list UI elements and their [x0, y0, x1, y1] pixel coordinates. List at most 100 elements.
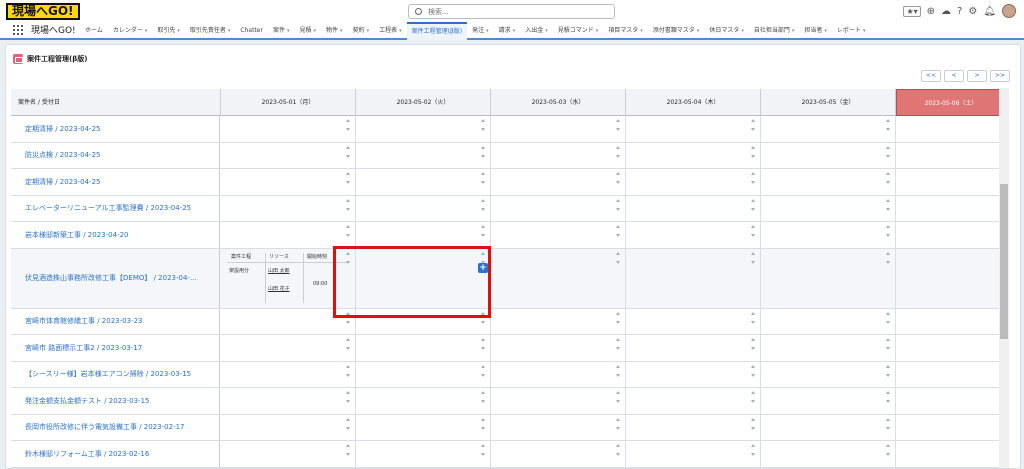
updown-arrows-icon[interactable]: [615, 119, 621, 135]
tab-12[interactable]: 請求 ▾: [494, 22, 521, 40]
updown-arrows-icon[interactable]: [750, 417, 756, 434]
schedule-entry[interactable]: 案件工程 リソース 開始時刻 架設用分 山田 太郎 山田 花子 09:00: [227, 252, 347, 303]
project-link[interactable]: 宮崎市 路面標示工事2 / 2023-03-17: [11, 335, 220, 361]
chevron-down-icon[interactable]: ▾: [367, 28, 370, 34]
day-cell[interactable]: [356, 388, 491, 414]
updown-arrows-icon[interactable]: [345, 391, 351, 407]
project-link[interactable]: 鈴木様邸リフォーム工事 / 2023-02-16: [11, 441, 220, 467]
project-link[interactable]: 発注金額支払金額テスト / 2023-03-15: [11, 388, 220, 414]
day-cell[interactable]: [491, 414, 626, 440]
day-cell[interactable]: [491, 441, 626, 467]
resource-name[interactable]: 山田 太郎: [268, 267, 290, 274]
scrollbar[interactable]: [999, 88, 1009, 468]
updown-arrows-icon[interactable]: [750, 338, 756, 354]
project-link[interactable]: 防災点検 / 2023-04-25: [11, 142, 220, 168]
day-cell[interactable]: [761, 414, 896, 440]
updown-arrows-icon[interactable]: [480, 338, 486, 354]
updown-arrows-icon[interactable]: [750, 444, 756, 460]
tab-20[interactable]: レポート ▾: [832, 22, 871, 40]
day-cell[interactable]: [221, 441, 356, 467]
tab-15[interactable]: 項目マスタ ▾: [603, 22, 648, 40]
day-cell[interactable]: [761, 195, 896, 221]
chevron-down-icon[interactable]: ▾: [228, 28, 231, 34]
updown-arrows-icon[interactable]: [480, 417, 486, 434]
day-cell[interactable]: [356, 142, 491, 168]
project-link[interactable]: 定期清掃 / 2023-04-25: [11, 169, 220, 195]
tab-2[interactable]: 取引先 ▾: [152, 22, 185, 40]
bell-icon[interactable]: 🔔︎: [983, 6, 996, 17]
trailhead-icon[interactable]: ☁: [941, 6, 951, 17]
day-cell[interactable]: [761, 169, 896, 195]
day-cell[interactable]: [356, 195, 491, 221]
day-cell[interactable]: [761, 441, 896, 467]
day-cell[interactable]: [896, 362, 1001, 388]
day-cell[interactable]: [626, 169, 761, 195]
updown-arrows-icon[interactable]: [750, 225, 756, 241]
day-cell[interactable]: [221, 169, 356, 195]
help-icon[interactable]: ?: [957, 6, 962, 17]
tab-13[interactable]: 入出金 ▾: [520, 22, 553, 40]
tab-1[interactable]: カレンダー ▾: [108, 22, 153, 40]
day-cell[interactable]: [896, 309, 1001, 335]
day-cell[interactable]: [221, 116, 356, 142]
chevron-down-icon[interactable]: ▾: [863, 28, 866, 34]
updown-arrows-icon[interactable]: [345, 338, 351, 354]
updown-arrows-icon[interactable]: [480, 311, 486, 328]
tab-11[interactable]: 発注 ▾: [467, 22, 494, 40]
updown-arrows-icon[interactable]: [480, 391, 486, 407]
tab-6[interactable]: 見積 ▾: [295, 22, 322, 40]
updown-arrows-icon[interactable]: [345, 225, 351, 241]
day-cell[interactable]: [221, 142, 356, 168]
day-cell[interactable]: [356, 335, 491, 361]
day-cell[interactable]: [896, 441, 1001, 467]
tab-8[interactable]: 契約 ▾: [348, 22, 375, 40]
updown-arrows-icon[interactable]: [615, 251, 621, 268]
updown-arrows-icon[interactable]: [885, 364, 891, 381]
updown-arrows-icon[interactable]: [615, 225, 621, 241]
tab-17[interactable]: 休日マスタ ▾: [704, 22, 749, 40]
project-link[interactable]: 宮崎市体育館修繕工事 / 2023-03-23: [11, 308, 220, 334]
prev-day-button[interactable]: <: [944, 70, 964, 82]
day-cell[interactable]: [761, 335, 896, 361]
day-cell[interactable]: [761, 222, 896, 248]
updown-arrows-icon[interactable]: [345, 198, 351, 215]
updown-arrows-icon[interactable]: [885, 198, 891, 215]
day-cell[interactable]: [626, 248, 761, 308]
day-cell[interactable]: [356, 169, 491, 195]
updown-arrows-icon[interactable]: [480, 198, 486, 215]
project-link[interactable]: 岩本様邸新築工事 / 2023-04-20: [11, 222, 220, 248]
chevron-down-icon[interactable]: ▾: [486, 28, 489, 34]
day-cell[interactable]: [491, 388, 626, 414]
scrollbar-thumb[interactable]: [1000, 184, 1008, 339]
day-cell[interactable]: [896, 169, 1001, 195]
day-cell[interactable]: [356, 414, 491, 440]
add-schedule-button[interactable]: +: [478, 262, 488, 273]
chevron-down-icon[interactable]: ▾: [792, 28, 795, 34]
search-input[interactable]: [428, 6, 608, 17]
day-cell[interactable]: [491, 142, 626, 168]
updown-arrows-icon[interactable]: [345, 119, 351, 135]
day-cell[interactable]: [626, 361, 761, 387]
updown-arrows-icon[interactable]: [750, 119, 756, 135]
day-cell[interactable]: 案件工程 リソース 開始時刻 架設用分 山田 太郎 山田 花子 09:00: [221, 248, 356, 308]
day-cell[interactable]: [221, 361, 356, 387]
updown-arrows-icon[interactable]: [615, 417, 621, 434]
tab-5[interactable]: 案件 ▾: [268, 22, 295, 40]
tab-3[interactable]: 取引先責任者 ▾: [185, 22, 236, 40]
updown-arrows-icon[interactable]: [615, 364, 621, 381]
day-cell[interactable]: [491, 248, 626, 308]
updown-arrows-icon[interactable]: [480, 225, 486, 241]
day-cell[interactable]: [761, 116, 896, 142]
chevron-down-icon[interactable]: ▾: [596, 28, 599, 34]
project-link[interactable]: 【シースリー様】岩本様エアコン掃除 / 2023-03-15: [11, 361, 220, 387]
updown-arrows-icon[interactable]: [345, 417, 351, 434]
global-search[interactable]: [408, 4, 615, 19]
updown-arrows-icon[interactable]: [885, 338, 891, 354]
updown-arrows-icon[interactable]: [750, 251, 756, 268]
updown-arrows-icon[interactable]: [615, 145, 621, 162]
day-cell[interactable]: [491, 335, 626, 361]
day-cell[interactable]: [491, 116, 626, 142]
day-cell[interactable]: [221, 414, 356, 440]
updown-arrows-icon[interactable]: [345, 172, 351, 188]
day-cell[interactable]: [896, 222, 1001, 248]
